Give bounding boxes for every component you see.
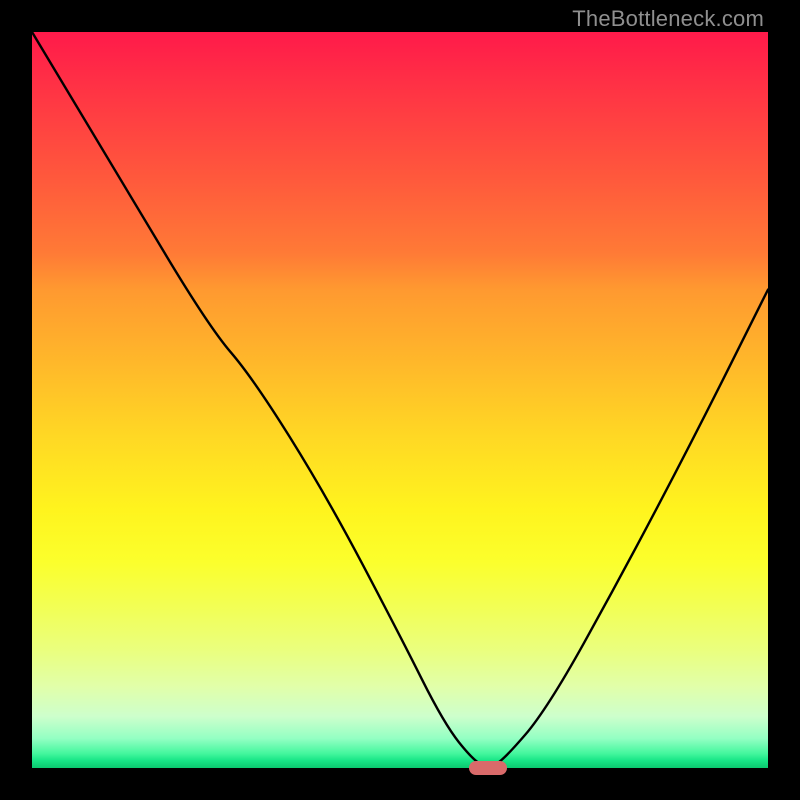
watermark-text: TheBottleneck.com: [572, 6, 764, 32]
optimum-marker: [469, 761, 507, 775]
chart-overlay: [32, 32, 768, 768]
bottleneck-curve: [32, 32, 768, 766]
